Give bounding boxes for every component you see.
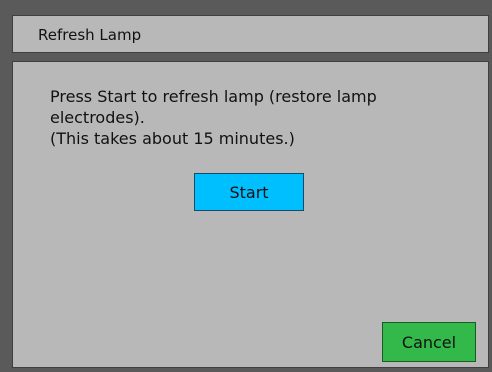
message-line: Press Start to refresh lamp (restore lam… — [50, 87, 377, 106]
cancel-button[interactable]: Cancel — [382, 322, 476, 362]
refresh-lamp-dialog: Refresh Lamp Press Start to refresh lamp… — [0, 0, 492, 372]
instruction-message: Press Start to refresh lamp (restore lam… — [50, 86, 450, 149]
dialog-title: Refresh Lamp — [38, 26, 142, 44]
message-line: (This takes about 15 minutes.) — [50, 129, 295, 148]
start-button[interactable]: Start — [194, 173, 304, 211]
title-bar: Refresh Lamp — [12, 15, 489, 53]
content-panel: Press Start to refresh lamp (restore lam… — [12, 61, 489, 368]
message-line: electrodes). — [50, 108, 145, 127]
